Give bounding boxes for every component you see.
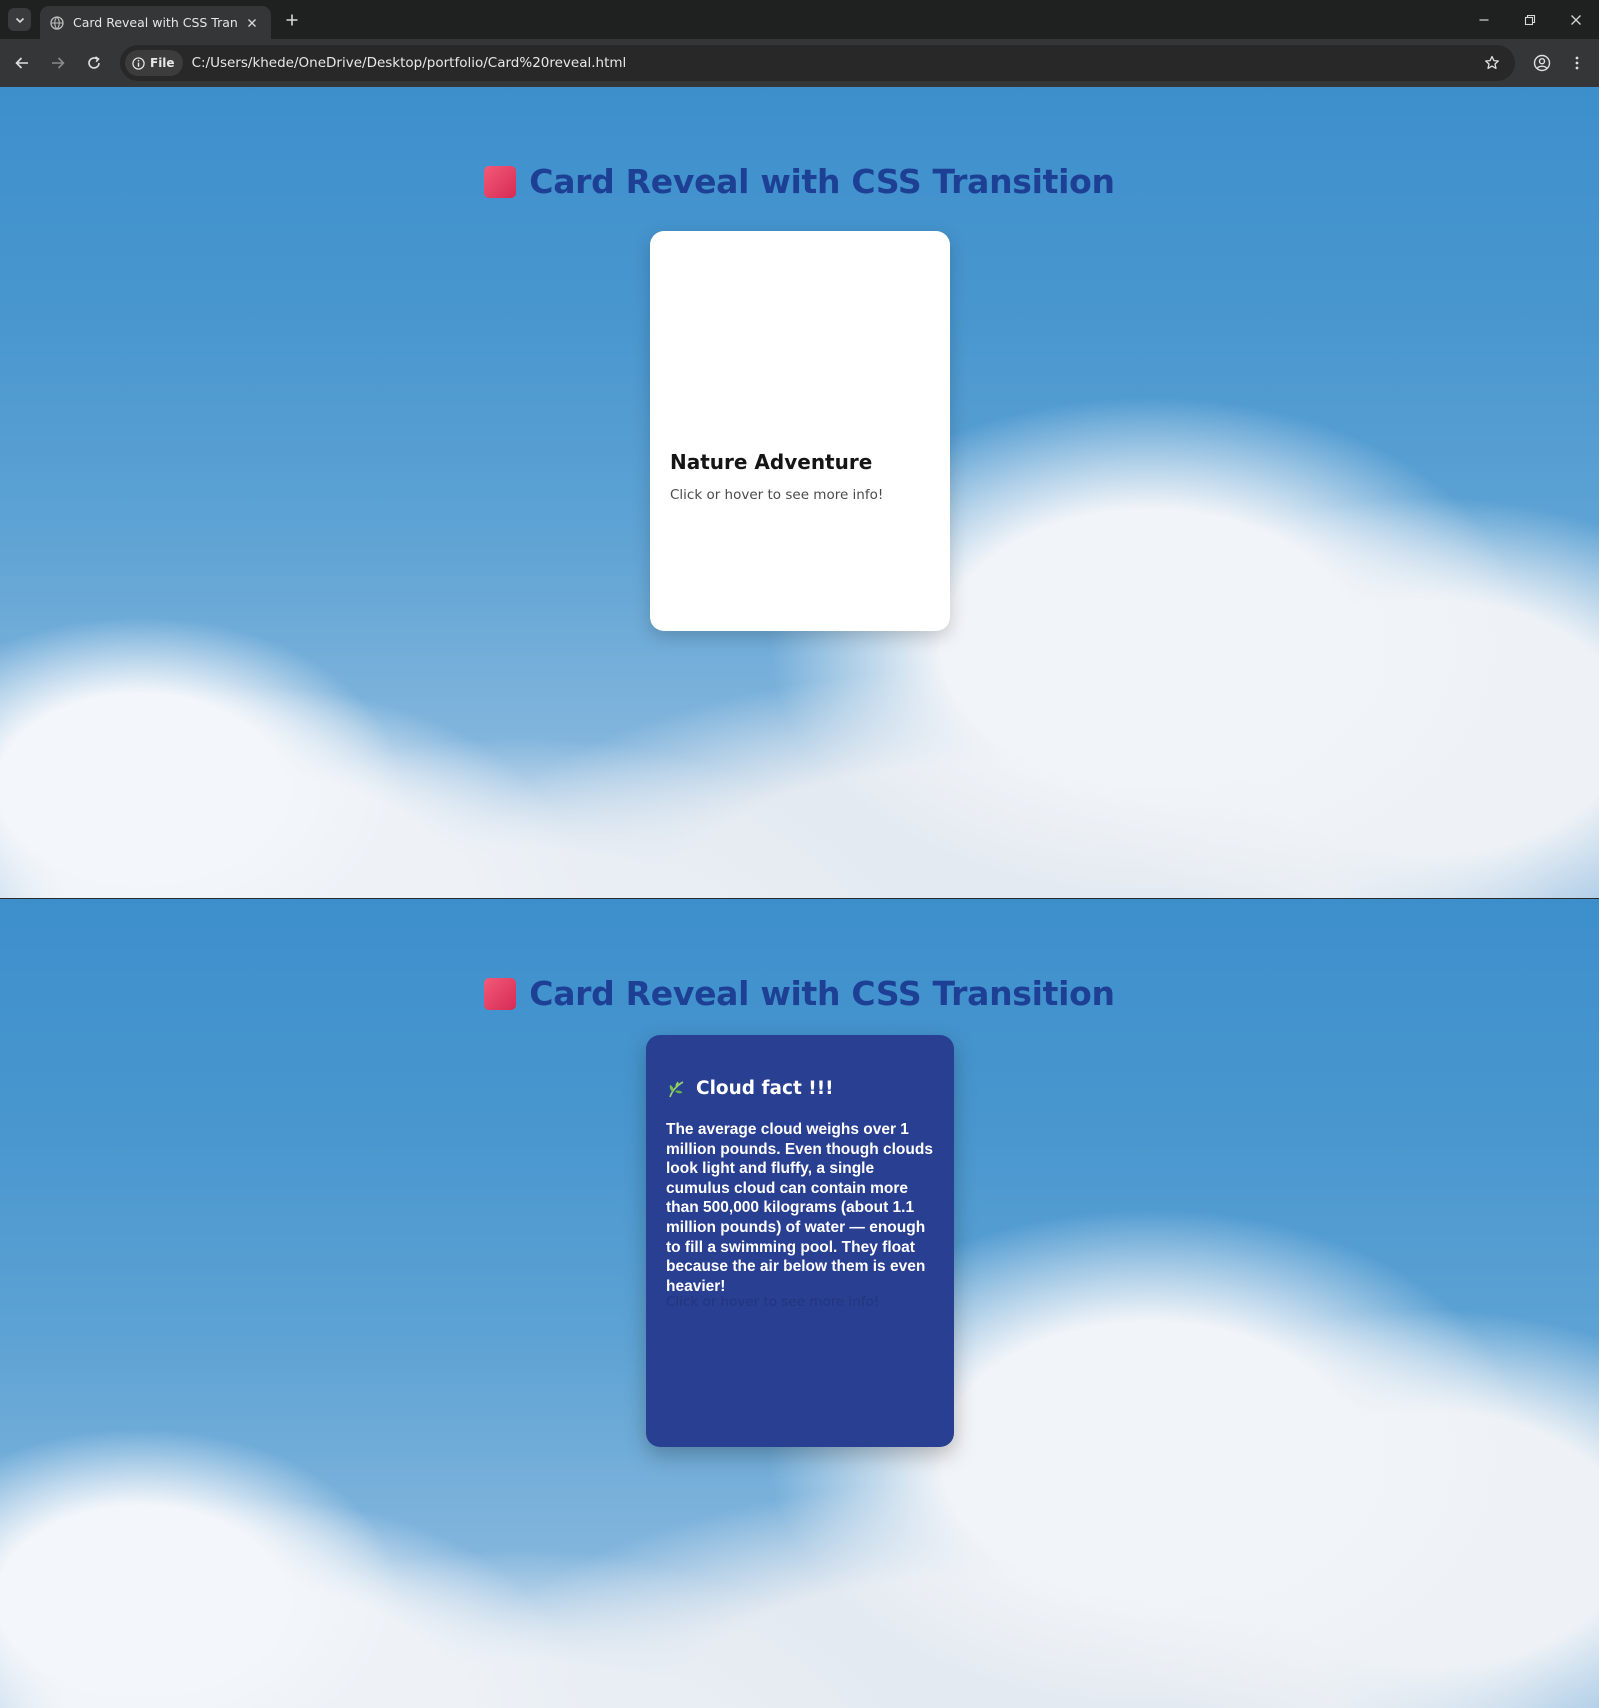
reload-button[interactable] bbox=[82, 51, 106, 75]
url-text[interactable]: C:/Users/khede/OneDrive/Desktop/portfoli… bbox=[192, 55, 627, 71]
new-tab-button[interactable] bbox=[282, 10, 302, 30]
arrow-right-icon bbox=[52, 57, 65, 69]
page-heading-text: Card Reveal with CSS Transition bbox=[529, 974, 1115, 1013]
fact-body: The average cloud weighs over 1 million … bbox=[666, 1121, 933, 1295]
page-heading-text: Card Reveal with CSS Transition bbox=[529, 162, 1115, 201]
arrow-left-icon bbox=[15, 57, 28, 69]
site-chip-label: File bbox=[150, 56, 175, 70]
fact-title: Cloud fact !!! bbox=[696, 1078, 834, 1099]
card-subtitle: Click or hover to see more info! bbox=[670, 487, 884, 503]
close-tab-button[interactable] bbox=[243, 14, 261, 32]
close-icon bbox=[1571, 15, 1581, 25]
browser-menu-button[interactable] bbox=[1565, 51, 1589, 75]
page-heading: Card Reveal with CSS Transition bbox=[0, 974, 1599, 1018]
page-heading: Card Reveal with CSS Transition bbox=[0, 162, 1599, 206]
globe-icon bbox=[50, 15, 64, 30]
account-icon bbox=[1533, 54, 1551, 72]
close-icon bbox=[248, 18, 256, 27]
red-square-icon bbox=[484, 165, 517, 198]
restore-icon bbox=[1524, 14, 1536, 26]
page-viewport-default: Card Reveal with CSS Transition Nature A… bbox=[0, 87, 1599, 898]
browser-tab[interactable]: Card Reveal with CSS Transition bbox=[40, 6, 271, 39]
tab-strip: Card Reveal with CSS Transition bbox=[0, 0, 1599, 39]
minimize-icon bbox=[1479, 19, 1489, 21]
tab-search-button[interactable] bbox=[8, 8, 31, 31]
reveal-card[interactable]: Nature Adventure Click or hover to see m… bbox=[650, 231, 950, 631]
plus-icon bbox=[286, 14, 298, 26]
address-bar[interactable]: File C:/Users/khede/OneDrive/Desktop/por… bbox=[120, 45, 1515, 81]
restore-button[interactable] bbox=[1519, 9, 1541, 31]
fact-header: Cloud fact !!! bbox=[666, 1078, 834, 1099]
card-title: Nature Adventure bbox=[670, 450, 873, 474]
revealed-card[interactable]: Cloud fact !!! The average cloud weighs … bbox=[646, 1035, 954, 1447]
chevron-down-icon bbox=[15, 17, 24, 23]
profile-button[interactable] bbox=[1530, 51, 1554, 75]
more-vertical-icon bbox=[1575, 56, 1579, 70]
star-icon bbox=[1485, 55, 1499, 70]
card-subtitle-faded: Click or hover to see more info! bbox=[666, 1294, 880, 1310]
tab-title: Card Reveal with CSS Transition bbox=[73, 15, 237, 30]
close-window-button[interactable] bbox=[1565, 9, 1587, 31]
back-button[interactable] bbox=[10, 51, 34, 75]
reload-icon bbox=[88, 56, 100, 69]
browser-toolbar: File C:/Users/khede/OneDrive/Desktop/por… bbox=[0, 39, 1599, 87]
bookmark-button[interactable] bbox=[1481, 52, 1503, 74]
info-icon bbox=[132, 56, 145, 70]
red-square-icon bbox=[484, 977, 517, 1010]
forward-button[interactable] bbox=[46, 51, 70, 75]
site-info-chip[interactable]: File bbox=[125, 50, 183, 76]
page-viewport-revealed: Card Reveal with CSS Transition Cloud fa… bbox=[0, 899, 1599, 1708]
minimize-button[interactable] bbox=[1473, 9, 1495, 31]
herb-icon bbox=[669, 1080, 684, 1097]
